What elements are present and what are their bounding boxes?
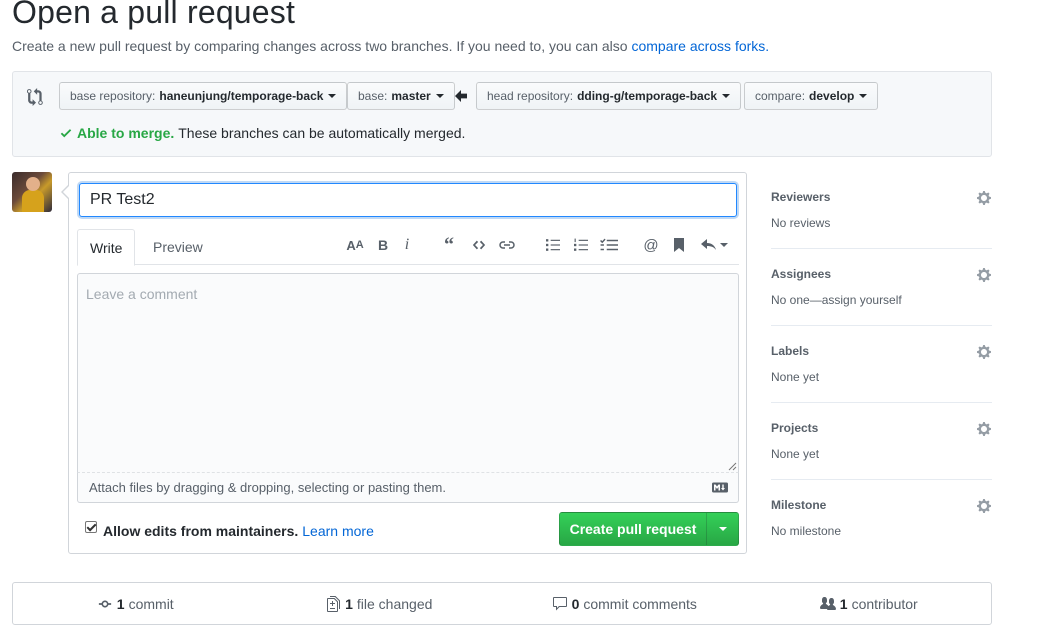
commit-comments-count: 0 xyxy=(571,595,580,612)
learn-more-link[interactable]: Learn more xyxy=(302,523,374,539)
code-icon[interactable] xyxy=(469,235,489,255)
sidebar-section-projects: Projects None yet xyxy=(771,403,992,480)
commit-icon xyxy=(98,600,111,607)
commits-label: commit xyxy=(128,595,174,612)
sidebar-title[interactable]: Projects xyxy=(771,421,818,435)
sidebar-section-assignees: Assignees No one—assign yourself xyxy=(771,249,992,326)
file-diff-icon xyxy=(327,595,341,612)
gear-icon[interactable] xyxy=(976,267,992,283)
sidebar-value[interactable]: No one—assign yourself xyxy=(771,293,902,307)
create-pull-request-button[interactable]: Create pull request xyxy=(559,512,739,546)
chevron-down-icon xyxy=(435,94,444,98)
text-size-icon[interactable]: AA xyxy=(345,235,365,255)
page-title: Open a pull request xyxy=(12,0,296,30)
base-repository-label: base repository: xyxy=(70,89,156,103)
unordered-list-icon[interactable] xyxy=(543,235,563,255)
commits-count: 1 xyxy=(116,595,125,612)
tab-preview[interactable]: Preview xyxy=(141,229,215,265)
chevron-down-icon xyxy=(328,94,337,98)
merge-ok-text: Able to merge. xyxy=(77,125,175,141)
chevron-down-icon xyxy=(719,243,728,247)
chevron-down-icon xyxy=(859,94,868,98)
sidebar-title[interactable]: Reviewers xyxy=(771,190,830,204)
chevron-down-icon xyxy=(722,94,731,98)
sidebar: Reviewers No reviews Assignees No one—as… xyxy=(771,172,992,557)
contributors-count: 1 xyxy=(839,595,848,612)
compare-across-forks-link[interactable]: compare across forks. xyxy=(631,38,769,54)
ordered-list-icon[interactable] xyxy=(571,235,591,255)
files-changed-label: file changed xyxy=(356,595,433,612)
link-icon[interactable] xyxy=(497,235,517,255)
gear-icon[interactable] xyxy=(976,421,992,437)
sidebar-value: None yet xyxy=(771,370,820,384)
mention-icon[interactable]: @ xyxy=(641,235,661,255)
gear-icon[interactable] xyxy=(976,190,992,206)
allow-edits-checkbox[interactable] xyxy=(85,521,97,533)
base-repository-value: haneunjung/temporage-back xyxy=(159,89,324,103)
reply-icon[interactable] xyxy=(699,235,729,255)
subtitle-text: Create a new pull request by comparing c… xyxy=(12,38,628,54)
sidebar-value: No reviews xyxy=(771,216,831,230)
base-branch-value: master xyxy=(391,89,431,103)
base-repository-select[interactable]: base repository: haneunjung/temporage-ba… xyxy=(59,82,348,110)
base-branch-label: base: xyxy=(358,89,388,103)
sidebar-title[interactable]: Labels xyxy=(771,344,809,358)
avatar[interactable] xyxy=(12,172,52,212)
create-pull-request-label[interactable]: Create pull request xyxy=(560,513,706,545)
allow-edits-label[interactable]: Allow edits from maintainers. xyxy=(103,523,298,539)
head-repository-select[interactable]: head repository: dding-g/temporage-back xyxy=(476,82,742,110)
bold-icon[interactable]: B xyxy=(373,235,393,255)
tab-write[interactable]: Write xyxy=(77,229,136,266)
check-icon xyxy=(60,129,72,138)
chevron-down-icon xyxy=(718,527,727,531)
comment-textarea[interactable] xyxy=(77,273,739,473)
arrow-left-icon xyxy=(455,90,467,102)
sidebar-value: None yet xyxy=(771,447,820,461)
people-icon xyxy=(819,596,836,610)
sidebar-title[interactable]: Milestone xyxy=(771,498,826,512)
quote-icon[interactable]: “ xyxy=(439,234,459,256)
allow-edits-row: Allow edits from maintainers. Learn more xyxy=(85,521,374,539)
compare-branch-select[interactable]: compare: develop xyxy=(744,82,879,110)
commit-comments-stat[interactable]: 0 commit comments xyxy=(502,583,747,624)
sidebar-value: No milestone xyxy=(771,524,842,538)
compare-branch-value: develop xyxy=(809,89,855,103)
head-repository-value: dding-g/temporage-back xyxy=(577,89,718,103)
markdown-icon[interactable] xyxy=(712,482,728,493)
compare-stats-bar: 1 commit 1 file changed 0 commit comment… xyxy=(12,582,992,625)
sidebar-title[interactable]: Assignees xyxy=(771,267,831,281)
pull-request-form: Write Preview AA B i “ @ Attach files by… xyxy=(61,172,747,554)
merge-status: Able to merge. These branches can be aut… xyxy=(59,125,465,141)
base-branch-select[interactable]: base: master xyxy=(347,82,455,110)
contributors-stat[interactable]: 1 contributor xyxy=(747,583,992,624)
bookmark-icon[interactable] xyxy=(669,235,689,255)
italic-icon[interactable]: i xyxy=(397,235,417,255)
compare-bar: base repository: haneunjung/temporage-ba… xyxy=(12,71,992,157)
files-changed-count: 1 xyxy=(345,595,353,612)
sidebar-section-milestone: Milestone No milestone xyxy=(771,480,992,557)
commit-comments-label: commit comments xyxy=(583,595,697,612)
contributors-label: contributor xyxy=(851,595,918,612)
attach-files-text: Attach files by dragging & dropping, sel… xyxy=(89,480,446,495)
sidebar-section-labels: Labels None yet xyxy=(771,326,992,403)
head-repository-label: head repository: xyxy=(487,89,574,103)
compare-branch-label: compare: xyxy=(755,89,806,103)
title-input[interactable] xyxy=(79,183,737,217)
files-changed-stat[interactable]: 1 file changed xyxy=(258,583,503,624)
git-compare-icon xyxy=(27,88,43,106)
create-options-dropdown[interactable] xyxy=(706,513,738,545)
task-list-icon[interactable] xyxy=(599,235,619,255)
merge-description: These branches can be automatically merg… xyxy=(178,125,466,141)
attach-files-bar[interactable]: Attach files by dragging & dropping, sel… xyxy=(77,473,739,503)
sidebar-section-reviewers: Reviewers No reviews xyxy=(771,172,992,249)
gear-icon[interactable] xyxy=(976,498,992,514)
commits-stat[interactable]: 1 commit xyxy=(13,583,258,624)
comment-icon xyxy=(552,596,567,610)
gear-icon[interactable] xyxy=(976,344,992,360)
resize-handle-icon[interactable] xyxy=(727,461,737,471)
page-subtitle: Create a new pull request by comparing c… xyxy=(12,38,769,54)
